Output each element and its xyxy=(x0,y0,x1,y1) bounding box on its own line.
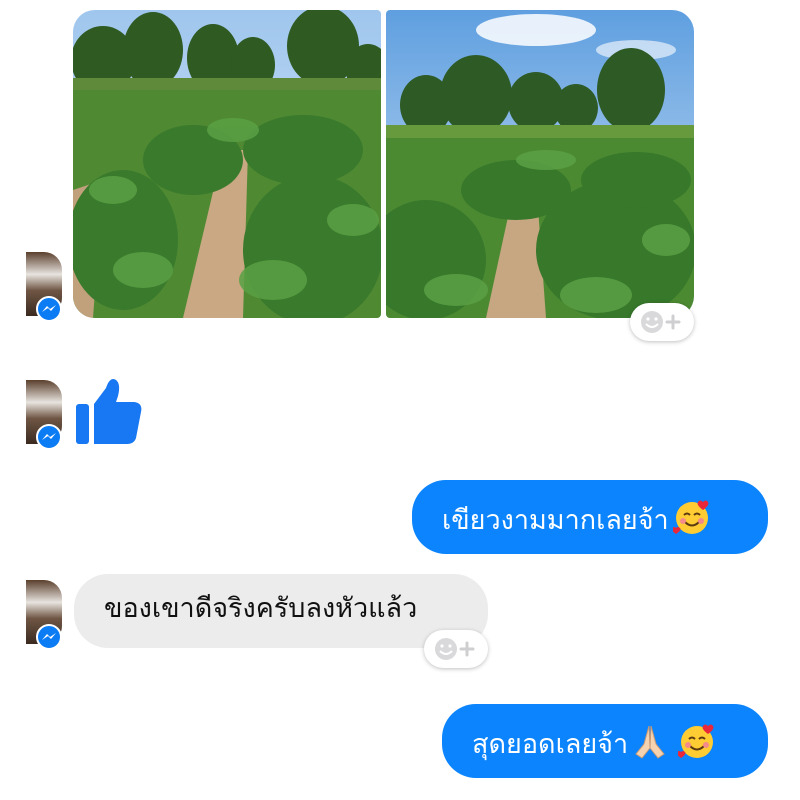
smiley-plus-icon xyxy=(641,311,681,333)
message-text: เขียวงามมากเลยจ้า xyxy=(442,505,669,536)
message-text: ของเขาดีจริงครับลงหัวแล้ว xyxy=(104,593,418,624)
add-reaction-button-message[interactable] xyxy=(424,630,488,668)
folded-hands-icon xyxy=(632,722,668,769)
add-reaction-button-photos[interactable] xyxy=(630,303,694,341)
contact-avatar[interactable] xyxy=(26,252,62,322)
cassava-field-photo-left[interactable] xyxy=(73,10,381,318)
smiling-face-with-hearts-icon xyxy=(676,722,716,769)
cassava-field-photo-right[interactable] xyxy=(386,10,694,318)
contact-avatar[interactable] xyxy=(26,580,62,650)
smiley-plus-icon xyxy=(435,638,475,660)
messenger-badge-icon xyxy=(36,296,62,322)
message-text: สุดยอดเลยจ้า xyxy=(472,729,629,760)
messenger-badge-icon xyxy=(36,624,62,650)
smiling-face-with-hearts-icon xyxy=(671,498,711,545)
messenger-badge-icon xyxy=(36,424,62,450)
thumbs-up-like-icon xyxy=(74,374,144,446)
outgoing-message-bubble[interactable]: เขียวงามมากเลยจ้า xyxy=(412,480,768,554)
contact-avatar[interactable] xyxy=(26,380,62,450)
outgoing-message-bubble[interactable]: สุดยอดเลยจ้า xyxy=(442,704,768,778)
